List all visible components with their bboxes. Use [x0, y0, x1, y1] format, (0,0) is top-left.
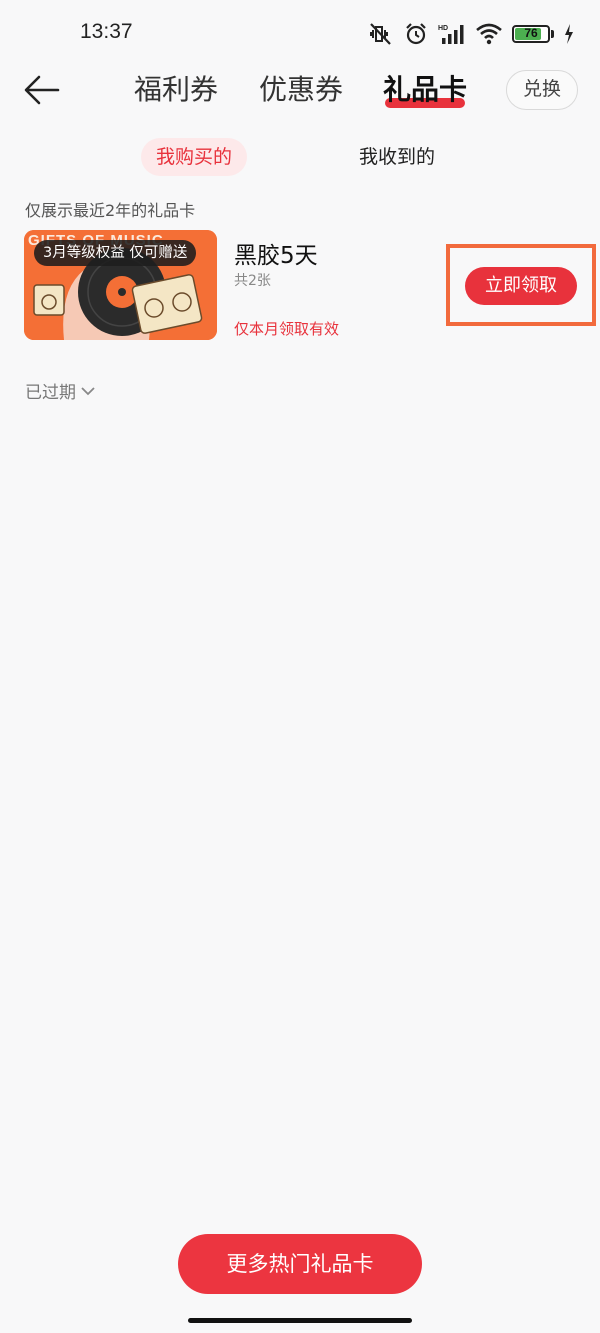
- status-time: 13:37: [80, 20, 133, 43]
- sub-tab-received[interactable]: 我收到的: [344, 138, 450, 176]
- gift-card-validity: 仅本月领取有效: [234, 320, 340, 338]
- home-indicator[interactable]: [188, 1318, 412, 1323]
- top-nav: 福利券 优惠券 礼品卡 兑换: [0, 60, 600, 120]
- back-button[interactable]: [22, 72, 62, 108]
- charging-bolt-icon: [565, 24, 573, 44]
- gift-card-title: 黑胶5天: [234, 243, 318, 269]
- svg-text:HD: HD: [438, 25, 448, 32]
- tab-gift-cards-label: 礼品卡: [383, 73, 468, 106]
- tab-welfare-coupons-label: 福利券: [134, 73, 219, 106]
- gift-card-badge: 3月等级权益 仅可赠送: [34, 240, 197, 266]
- alarm-icon: [406, 23, 426, 45]
- tab-discount-coupons-label: 优惠券: [259, 73, 344, 106]
- notice-text: 仅展示最近2年的礼品卡: [25, 201, 196, 220]
- wifi-icon: [476, 23, 502, 45]
- back-arrow-icon: [24, 75, 60, 105]
- mute-vibrate-icon: [370, 23, 391, 45]
- more-gift-cards-button[interactable]: 更多热门礼品卡: [178, 1234, 422, 1294]
- battery-icon: 76: [512, 25, 554, 43]
- tab-discount-coupons[interactable]: 优惠券: [259, 72, 343, 108]
- exchange-button[interactable]: 兑换: [506, 70, 578, 110]
- sub-tab-purchased[interactable]: 我购买的: [141, 138, 248, 176]
- sub-tabs: 我购买的 我收到的: [0, 138, 600, 178]
- claim-now-button[interactable]: 立即领取: [465, 267, 577, 305]
- expired-toggle[interactable]: 已过期: [25, 378, 96, 403]
- chevron-down-icon: [81, 386, 95, 395]
- expired-label: 已过期: [25, 383, 76, 403]
- battery-level: 76: [524, 26, 538, 40]
- gift-card-count: 共2张: [234, 273, 271, 289]
- status-bar: 13:37 HD 76: [0, 0, 600, 66]
- gift-card-image: GIFTS OF MUSIC 3月等级权益 仅可赠送: [24, 230, 217, 340]
- tab-welfare-coupons[interactable]: 福利券: [134, 72, 218, 108]
- hd-signal-icon: HD: [438, 25, 464, 44]
- tab-gift-cards[interactable]: 礼品卡: [383, 72, 467, 108]
- status-icons: HD 76: [368, 20, 574, 48]
